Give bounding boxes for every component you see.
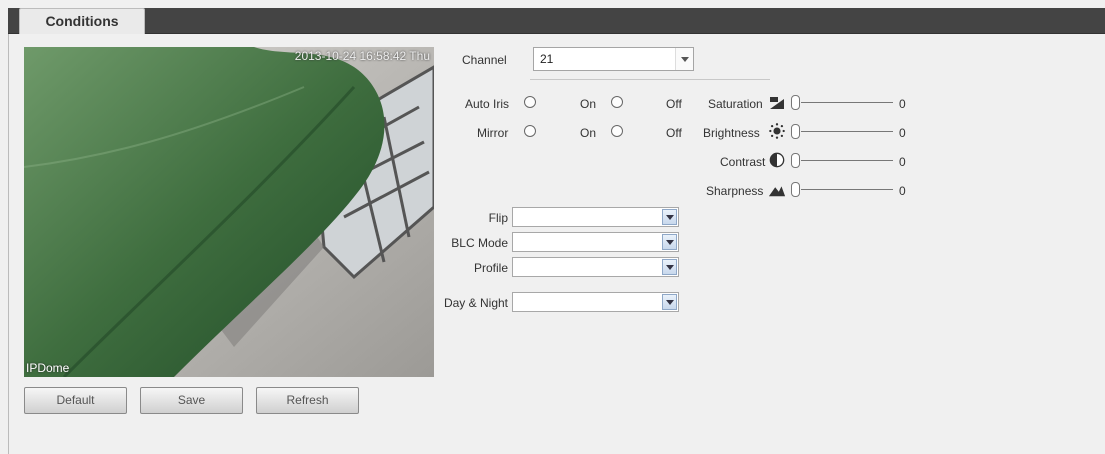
blc-mode-label: BLC Mode xyxy=(451,236,508,250)
blc-mode-select[interactable] xyxy=(512,232,679,252)
day-night-label: Day & Night xyxy=(443,296,508,310)
auto-iris-off-label: Off xyxy=(666,97,682,111)
tab-conditions[interactable]: Conditions xyxy=(19,8,145,34)
flip-select[interactable] xyxy=(512,207,679,227)
default-button[interactable]: Default xyxy=(24,387,127,414)
chevron-down-icon[interactable] xyxy=(662,209,677,225)
video-camera-name: IPDome xyxy=(26,361,70,375)
chevron-down-icon[interactable] xyxy=(662,234,677,250)
contrast-label: Contrast xyxy=(720,155,766,169)
divider xyxy=(530,79,770,80)
chevron-down-icon[interactable] xyxy=(675,48,693,70)
mirror-on-label: On xyxy=(580,126,597,140)
refresh-button[interactable]: Refresh xyxy=(256,387,359,414)
auto-iris-label: Auto Iris xyxy=(465,97,510,111)
auto-iris-off-radio[interactable] xyxy=(611,96,623,108)
camera-image xyxy=(24,47,434,377)
video-preview: 2013-10-24 16:58:42 Thu IPDome xyxy=(24,47,434,377)
mirror-off-label: Off xyxy=(666,126,682,140)
contrast-icon xyxy=(769,152,785,168)
auto-iris-on-radio[interactable] xyxy=(524,96,536,108)
brightness-icon xyxy=(769,123,785,139)
brightness-label: Brightness xyxy=(703,126,760,140)
contrast-slider-track[interactable] xyxy=(801,160,893,161)
saturation-icon xyxy=(770,97,784,109)
saturation-slider-track[interactable] xyxy=(801,102,893,103)
contrast-value: 0 xyxy=(899,155,906,169)
mirror-off-radio[interactable] xyxy=(611,125,623,137)
brightness-value: 0 xyxy=(899,126,906,140)
sharpness-value: 0 xyxy=(899,184,906,198)
sharpness-slider-handle[interactable] xyxy=(791,182,800,197)
save-button[interactable]: Save xyxy=(140,387,243,414)
channel-label: Channel xyxy=(462,53,507,67)
mirror-on-radio[interactable] xyxy=(524,125,536,137)
chevron-down-icon[interactable] xyxy=(662,259,677,275)
brightness-slider-track[interactable] xyxy=(801,131,893,132)
profile-label: Profile xyxy=(473,261,508,275)
day-night-select[interactable] xyxy=(512,292,679,312)
mirror-label: Mirror xyxy=(477,126,509,140)
chevron-down-icon[interactable] xyxy=(662,294,677,310)
brightness-slider-handle[interactable] xyxy=(791,124,800,139)
channel-select[interactable]: 21 xyxy=(533,47,694,71)
sharpness-label: Sharpness xyxy=(706,184,764,198)
top-bar: Conditions xyxy=(8,8,1105,34)
profile-select[interactable] xyxy=(512,257,679,277)
saturation-value: 0 xyxy=(899,97,906,111)
sharpness-icon xyxy=(768,186,786,197)
flip-label: Flip xyxy=(488,211,508,225)
channel-value: 21 xyxy=(540,52,554,66)
saturation-slider-handle[interactable] xyxy=(791,95,800,110)
video-timestamp: 2013-10-24 16:58:42 Thu xyxy=(294,49,430,63)
auto-iris-on-label: On xyxy=(580,97,597,111)
sharpness-slider-track[interactable] xyxy=(801,189,893,190)
contrast-slider-handle[interactable] xyxy=(791,153,800,168)
saturation-label: Saturation xyxy=(708,97,763,111)
